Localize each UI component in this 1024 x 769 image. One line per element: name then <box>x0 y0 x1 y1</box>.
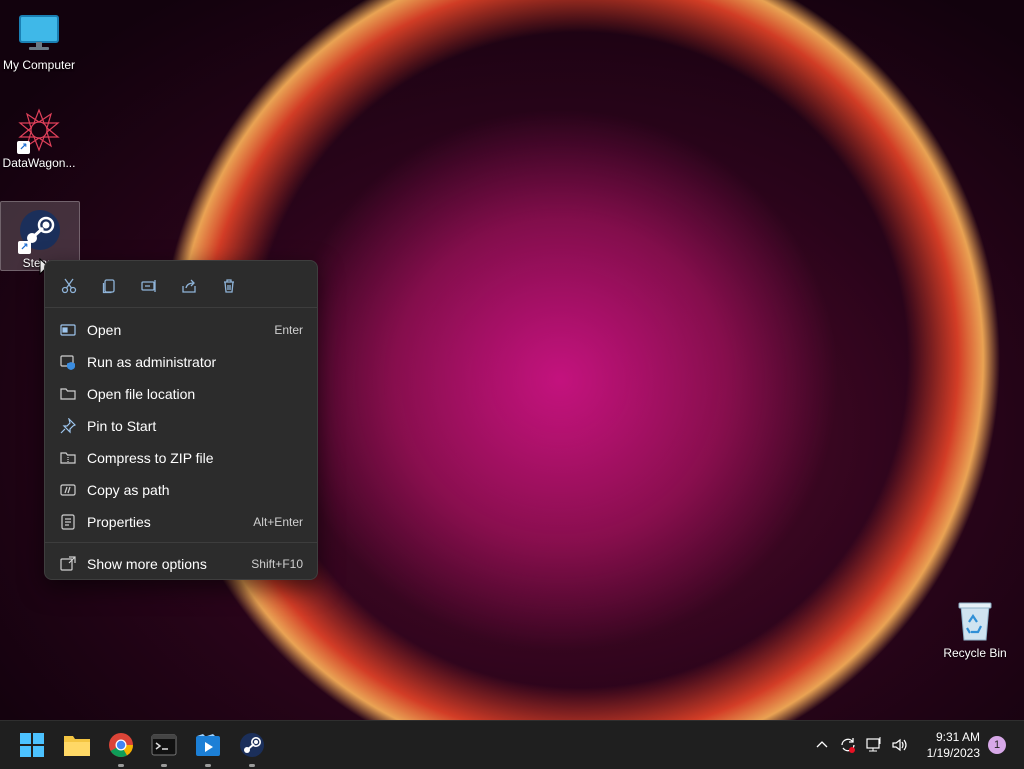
start-button[interactable] <box>16 729 48 761</box>
monitor-icon <box>17 10 61 54</box>
chrome-icon <box>109 733 133 758</box>
clock[interactable]: 9:31 AM 1/19/2023 <box>927 729 980 761</box>
media-player-icon <box>196 734 220 756</box>
recycle-bin-icon <box>953 598 997 642</box>
menu-item-run-as-administrator[interactable]: Run as administrator <box>45 346 317 378</box>
copy-icon[interactable] <box>95 273 123 299</box>
path-icon <box>59 481 77 499</box>
menu-item-compress-to-zip[interactable]: Compress to ZIP file <box>45 442 317 474</box>
menu-item-pin-to-start[interactable]: Pin to Start <box>45 410 317 442</box>
clock-time: 9:31 AM <box>935 730 980 744</box>
steam-icon: ↗ <box>18 208 62 254</box>
datawagon-logo-icon: ↗ <box>17 108 61 154</box>
clock-date: 1/19/2023 <box>926 746 980 760</box>
more-options-icon <box>59 555 77 573</box>
folder-icon <box>59 385 77 403</box>
terminal-icon <box>151 734 177 756</box>
sync-icon[interactable] <box>835 732 861 758</box>
menu-divider <box>45 542 317 543</box>
open-icon <box>59 321 77 339</box>
shortcut-arrow-icon: ↗ <box>18 241 31 254</box>
taskbar-file-explorer[interactable] <box>61 729 93 761</box>
menu-item-properties[interactable]: Properties Alt+Enter <box>45 506 317 538</box>
desktop-icon-label: My Computer <box>2 58 76 72</box>
delete-icon[interactable] <box>215 273 243 299</box>
zip-icon <box>59 449 77 467</box>
taskbar-media-player[interactable] <box>192 729 224 767</box>
running-indicator <box>161 764 167 767</box>
properties-icon <box>59 513 77 531</box>
rename-icon[interactable] <box>135 273 163 299</box>
windows-logo-icon <box>20 733 44 757</box>
steam-icon <box>240 733 264 757</box>
taskbar-steam[interactable] <box>236 729 268 767</box>
network-icon[interactable] <box>861 732 887 758</box>
taskbar-chrome[interactable] <box>105 729 137 767</box>
shortcut-arrow-icon: ↗ <box>17 141 30 154</box>
share-icon[interactable] <box>175 273 203 299</box>
taskbar: 9:31 AM 1/19/2023 1 <box>0 720 1024 769</box>
system-tray: 9:31 AM 1/19/2023 1 <box>809 721 1024 769</box>
menu-item-open[interactable]: Open Enter <box>45 314 317 346</box>
menu-item-open-file-location[interactable]: Open file location <box>45 378 317 410</box>
notification-badge[interactable]: 1 <box>988 736 1006 754</box>
running-indicator <box>249 764 255 767</box>
desktop-icon-recycle-bin[interactable]: Recycle Bin <box>936 592 1014 664</box>
pin-icon <box>59 417 77 435</box>
context-menu-toolbar <box>45 261 317 308</box>
menu-item-show-more-options[interactable]: Show more options Shift+F10 <box>45 547 317 581</box>
menu-item-copy-as-path[interactable]: Copy as path <box>45 474 317 506</box>
cut-icon[interactable] <box>55 273 83 299</box>
shield-icon <box>59 353 77 371</box>
running-indicator <box>205 764 211 767</box>
volume-icon[interactable] <box>887 732 913 758</box>
desktop-icon-datawagon[interactable]: ↗ DataWagon... <box>0 102 78 174</box>
desktop-icon-my-computer[interactable]: My Computer <box>0 4 78 76</box>
taskbar-terminal[interactable] <box>148 729 180 767</box>
desktop-icon-label: DataWagon... <box>2 156 76 170</box>
folder-icon <box>64 736 90 756</box>
desktop-icon-label: Recycle Bin <box>943 646 1007 660</box>
context-menu: Open Enter Run as administrator Open fil… <box>44 260 318 580</box>
chevron-up-icon[interactable] <box>809 732 835 758</box>
running-indicator <box>118 764 124 767</box>
